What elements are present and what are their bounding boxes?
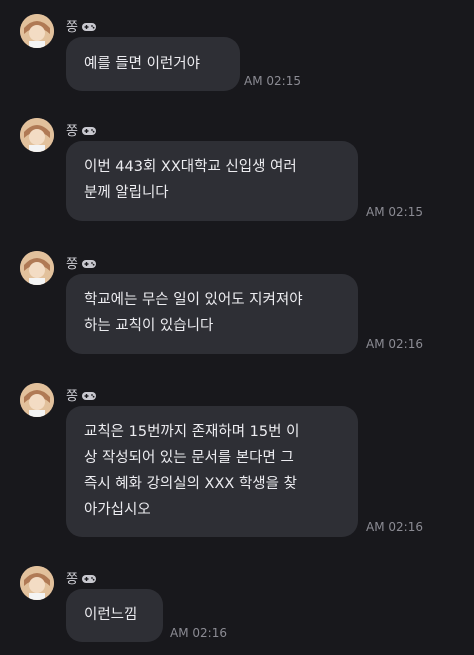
chat-screen: { "sender": { "name": "쫑", "badge_icon":… — [0, 0, 474, 655]
sender-name: 쫑 — [66, 120, 97, 141]
avatar[interactable] — [20, 251, 54, 285]
sender-name-label: 쫑 — [66, 257, 78, 272]
sender-name-label: 쫑 — [66, 20, 78, 35]
gamepad-icon — [81, 258, 97, 274]
message-bubble[interactable]: 교칙은 15번까지 존재하며 15번 이 상 작성되어 있는 문서를 본다면 그… — [66, 406, 358, 537]
message-timestamp: AM 02:15 — [366, 205, 423, 219]
message-bubble[interactable]: 이런느낌 — [66, 589, 163, 642]
sender-name-label: 쫑 — [66, 572, 78, 587]
gamepad-icon — [81, 21, 97, 37]
sender-name-label: 쫑 — [66, 389, 78, 404]
message-timestamp: AM 02:16 — [366, 520, 423, 534]
message-timestamp: AM 02:16 — [366, 337, 423, 351]
avatar[interactable] — [20, 566, 54, 600]
gamepad-icon — [81, 125, 97, 141]
gamepad-icon — [81, 573, 97, 589]
message-bubble[interactable]: 이번 443회 XX대학교 신입생 여러 분께 알립니다 — [66, 141, 358, 221]
avatar[interactable] — [20, 383, 54, 417]
sender-name: 쫑 — [66, 385, 97, 406]
message-bubble[interactable]: 학교에는 무슨 일이 있어도 지켜져야 하는 교칙이 있습니다 — [66, 274, 358, 354]
message-timestamp: AM 02:16 — [170, 626, 227, 640]
sender-name: 쫑 — [66, 253, 97, 274]
avatar[interactable] — [20, 14, 54, 48]
message-timestamp: AM 02:15 — [244, 74, 301, 88]
gamepad-icon — [81, 390, 97, 406]
sender-name: 쫑 — [66, 568, 97, 589]
sender-name-label: 쫑 — [66, 124, 78, 139]
message-bubble[interactable]: 예를 들면 이런거야 — [66, 37, 240, 91]
avatar[interactable] — [20, 118, 54, 152]
sender-name: 쫑 — [66, 16, 97, 37]
